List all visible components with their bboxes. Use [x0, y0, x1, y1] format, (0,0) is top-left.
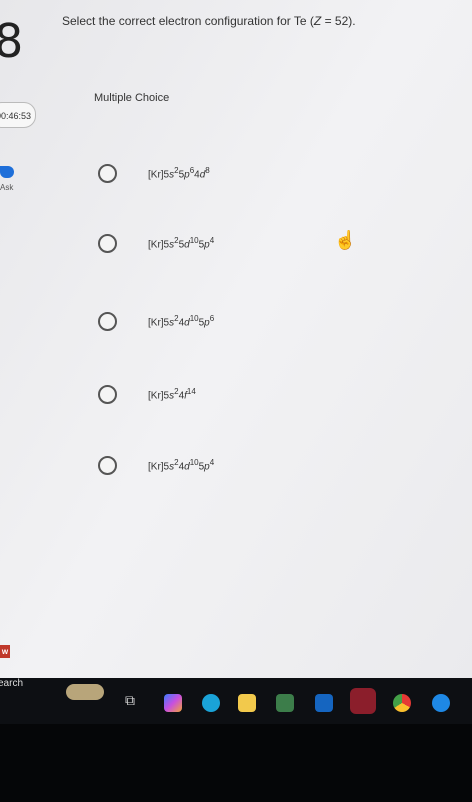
question-suffix: = 52). — [321, 14, 356, 28]
ask-label[interactable]: Ask — [0, 183, 13, 192]
config-part: 10 — [189, 314, 199, 323]
config-part: 8 — [205, 166, 210, 175]
option-2[interactable]: [Kr]5s25d105p4 — [98, 234, 214, 253]
option-text: [Kr]5s24d105p4 — [148, 458, 214, 472]
config-part: [Kr]5 — [148, 169, 170, 181]
outlook-icon[interactable] — [315, 694, 333, 712]
config-part: [Kr]5 — [148, 390, 170, 402]
radio-option-2[interactable] — [98, 234, 117, 253]
radio-option-1[interactable] — [98, 164, 117, 183]
app-round-icon[interactable] — [432, 694, 450, 712]
radio-option-5[interactable] — [98, 456, 117, 475]
radio-option-3[interactable] — [98, 312, 117, 331]
timer: 00:46:53 — [0, 102, 36, 128]
option-text: [Kr]5s25p64d8 — [148, 166, 210, 180]
ask-icon[interactable] — [0, 166, 14, 178]
option-3[interactable]: [Kr]5s24d105p6 — [98, 312, 214, 331]
config-part: [Kr]5 — [148, 317, 170, 329]
option-5[interactable]: [Kr]5s24d105p4 — [98, 456, 214, 475]
search-label[interactable]: earch — [0, 678, 23, 689]
option-text: [Kr]5s24f14 — [148, 387, 196, 401]
hand-cursor-icon: ☝ — [334, 230, 357, 250]
config-part: 6 — [209, 314, 215, 323]
option-text: [Kr]5s24d105p6 — [148, 314, 214, 328]
radio-option-4[interactable] — [98, 385, 117, 404]
question-number: 8 — [0, 14, 24, 68]
edge-icon[interactable] — [202, 694, 220, 712]
config-part: 10 — [189, 458, 199, 467]
option-1[interactable]: [Kr]5s25p64d8 — [98, 164, 210, 183]
config-part: [Kr]5 — [148, 461, 170, 473]
question-text: Select the correct electron configuratio… — [62, 14, 356, 28]
chrome-icon[interactable] — [393, 694, 411, 712]
config-part: 14 — [186, 387, 196, 396]
search-pill-icon[interactable] — [66, 684, 104, 700]
store-icon[interactable] — [276, 694, 294, 712]
task-view-icon[interactable]: ⧉ — [125, 692, 135, 709]
config-part: 10 — [189, 236, 199, 245]
config-part: [Kr]5 — [148, 239, 170, 251]
config-part: 4 — [209, 236, 215, 245]
app-red-icon[interactable] — [350, 688, 376, 714]
file-explorer-icon[interactable] — [238, 694, 256, 712]
w-badge[interactable]: w — [0, 645, 10, 658]
config-part: 4 — [209, 458, 215, 467]
multiple-choice-label: Multiple Choice — [94, 92, 170, 104]
option-4[interactable]: [Kr]5s24f14 — [98, 385, 196, 404]
option-text: [Kr]5s25d105p4 — [148, 236, 214, 250]
copilot-icon[interactable] — [164, 694, 182, 712]
question-prefix: Select the correct electron configuratio… — [62, 14, 314, 28]
taskbar: earch ⧉ — [0, 678, 472, 802]
